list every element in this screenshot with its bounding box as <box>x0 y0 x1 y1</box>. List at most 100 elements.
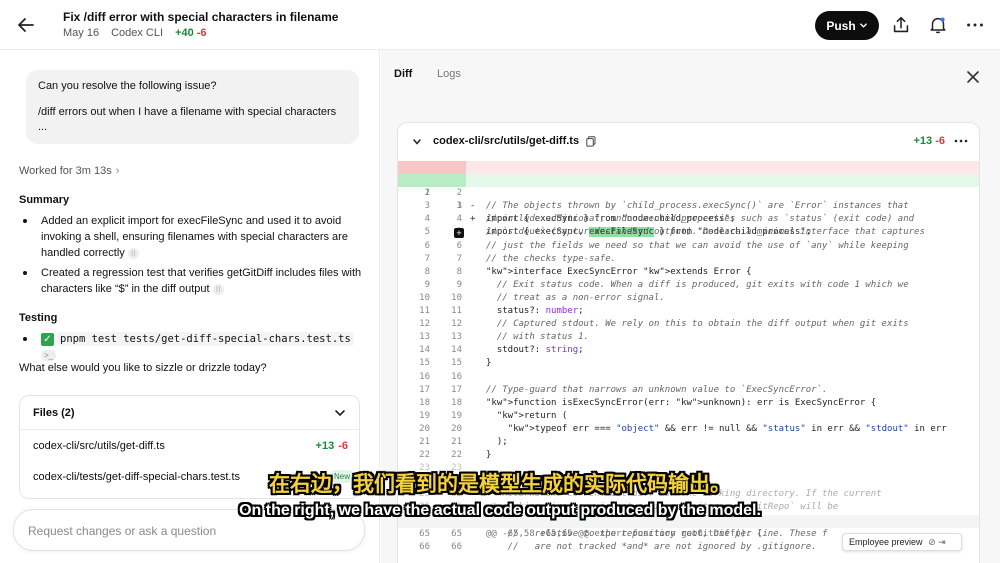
line-number: 20 <box>419 423 430 434</box>
copy-icon[interactable] <box>586 136 596 147</box>
code-text: "kw">interface ExecSyncError "kw">extend… <box>486 266 752 277</box>
file-diff-header: codex-cli/src/utils/get-diff.ts +13 -6 <box>398 123 979 161</box>
employee-preview-badge[interactable]: Employee preview ⊘ ⇥ <box>842 533 962 551</box>
line-number: 14 <box>451 345 462 356</box>
code-text: // are not tracked *and* are not ignored… <box>486 541 817 552</box>
list-item: Created a regression test that verifies … <box>19 265 364 297</box>
chevron-right-icon: › <box>115 165 120 177</box>
line-number: 7 <box>456 253 462 264</box>
code-text: stdout?: string; <box>486 345 584 356</box>
summary-heading: Summary <box>19 194 70 206</box>
request-changes-input[interactable] <box>28 521 348 541</box>
diff-stat: +13 -6 <box>913 135 945 147</box>
file-additions: +13 <box>315 440 335 452</box>
notification-bell-icon[interactable] <box>927 14 949 36</box>
divider <box>20 429 359 430</box>
summary-item-text: Added an explicit import for execFileSyn… <box>41 215 348 259</box>
line-number: 8 <box>424 266 430 277</box>
user-message-line: ... <box>38 121 48 133</box>
diff-line: 9 9 // Exit status code. When a diff is p… <box>398 279 979 292</box>
terminal-log-icon[interactable]: >_ <box>41 349 57 361</box>
file-row[interactable]: codex-cli/src/utils/get-diff.ts +13 -6 <box>33 435 348 457</box>
line-number: 10 <box>419 292 430 303</box>
code-text: "kw">function isExecSyncError(err: "kw">… <box>486 397 877 408</box>
line-number: 3 <box>424 201 430 212</box>
line-number: 22 <box>451 450 462 461</box>
line-number: 66 <box>451 541 462 552</box>
line-number: 21 <box>451 436 462 447</box>
code-text: "kw">typeof err === "object" && err != n… <box>507 423 947 434</box>
tab-logs[interactable]: Logs <box>437 68 461 80</box>
diff-line: 22 22} <box>398 449 979 462</box>
citation-icon[interactable]: ⁝⁝ <box>127 247 139 259</box>
line-number: 11 <box>419 306 430 317</box>
line-number: 2 <box>424 188 430 199</box>
tab-diff[interactable]: Diff <box>394 68 412 80</box>
line-number: 20 <box>451 423 462 434</box>
diff-line: 3 3 // The objects thrown by `child_proces… <box>398 200 979 213</box>
line-number: 14 <box>419 345 430 356</box>
line-number: 18 <box>419 397 430 408</box>
line-number: 11 <box>451 306 462 317</box>
chevron-down-icon[interactable] <box>412 137 422 147</box>
line-number: 16 <box>451 371 462 382</box>
test-command: pnpm test tests/get-diff-special-chars.t… <box>57 332 354 346</box>
line-number: 13 <box>419 332 430 343</box>
code-text: // Type-guard that narrows an unknown va… <box>486 384 828 395</box>
line-number: 12 <box>451 319 462 330</box>
file-stat: +13 -6 <box>316 435 348 457</box>
diff-line: 6 6 // just the fields we need so that we … <box>398 240 979 253</box>
diff-line: 19 19 "kw">return ( <box>398 410 979 423</box>
code-text: "kw">return ( <box>496 410 568 421</box>
chevron-down-icon[interactable] <box>333 406 347 420</box>
code-text: // Exit status code. When a diff is prod… <box>486 279 909 290</box>
code-text: // The objects thrown by `child_process.… <box>486 201 909 212</box>
employee-preview-label: Employee preview <box>849 537 923 547</box>
line-number: 19 <box>419 410 430 421</box>
code-text: // the checks type-safe. <box>486 253 617 264</box>
subtitle-chinese: 在右边，我们看到的是模型生成的实际代码输出。 <box>269 472 731 496</box>
line-number: 15 <box>419 358 430 369</box>
code-text: // Captured stdout. We rely on this to o… <box>486 319 909 330</box>
back-arrow-icon[interactable] <box>14 13 38 37</box>
code-text: // with status 1. <box>486 332 589 343</box>
line-number: 6 <box>456 240 462 251</box>
diff-line: 4 4 // include additional, undocumented pr… <box>398 213 979 226</box>
file-path: codex-cli/src/utils/get-diff.ts <box>33 440 165 452</box>
diff-line: 18 18 "kw">function isExecSyncError(err: "… <box>398 397 979 410</box>
code-text: // treat as a non-error signal. <box>486 292 665 303</box>
diff-line: 8 8 "kw">interface ExecSyncError "kw">exte… <box>398 266 979 279</box>
worked-for-toggle[interactable]: Worked for 3m 13s › <box>19 165 119 177</box>
push-button-label: Push <box>826 18 856 33</box>
task-date: May 16 <box>63 27 100 39</box>
code-text: // relative to the repository root, one … <box>486 528 828 539</box>
line-number: 65 <box>419 528 430 539</box>
task-title: Fix /diff error with special characters … <box>63 10 339 24</box>
task-source: Codex CLI <box>111 27 164 39</box>
diff-line-deleted: 1 - import { execSync } from "node:child… <box>398 161 979 224</box>
citation-icon[interactable]: ⁝⁝ <box>212 283 224 295</box>
diff-line: 11 11 status?: number; <box>398 305 979 318</box>
line-number: 2 <box>456 188 462 199</box>
subtitle-english: On the right, we have the actual code ou… <box>239 502 761 519</box>
line-number: 3 <box>456 201 462 212</box>
line-number: 19 <box>451 410 462 421</box>
more-options-icon[interactable] <box>964 14 986 36</box>
assistant-question: What else would you like to sizzle or dr… <box>19 362 267 374</box>
files-heading: Files (2) <box>33 407 75 419</box>
code-text: // include additional, undocumented prop… <box>486 214 915 225</box>
close-icon[interactable] <box>966 70 980 84</box>
list-item: ✓ pnpm test tests/get-diff-special-chars.… <box>19 331 364 363</box>
push-button[interactable]: Push <box>815 11 879 40</box>
diff-line: 22 <box>398 187 979 200</box>
add-comment-icon[interactable]: + <box>454 228 464 238</box>
diff-deletions: -6 <box>935 135 945 147</box>
diff-line: 15 15} <box>398 357 979 370</box>
diff-line-added: 1 + import { execSync, execFileSync } fr… <box>398 174 979 238</box>
line-number: 12 <box>419 319 430 330</box>
code-text: // just the fields we need so that we ca… <box>486 240 909 251</box>
more-options-icon[interactable] <box>953 135 969 147</box>
chevron-down-icon <box>859 23 867 28</box>
share-icon[interactable] <box>890 14 912 36</box>
line-number: 4 <box>424 214 430 225</box>
